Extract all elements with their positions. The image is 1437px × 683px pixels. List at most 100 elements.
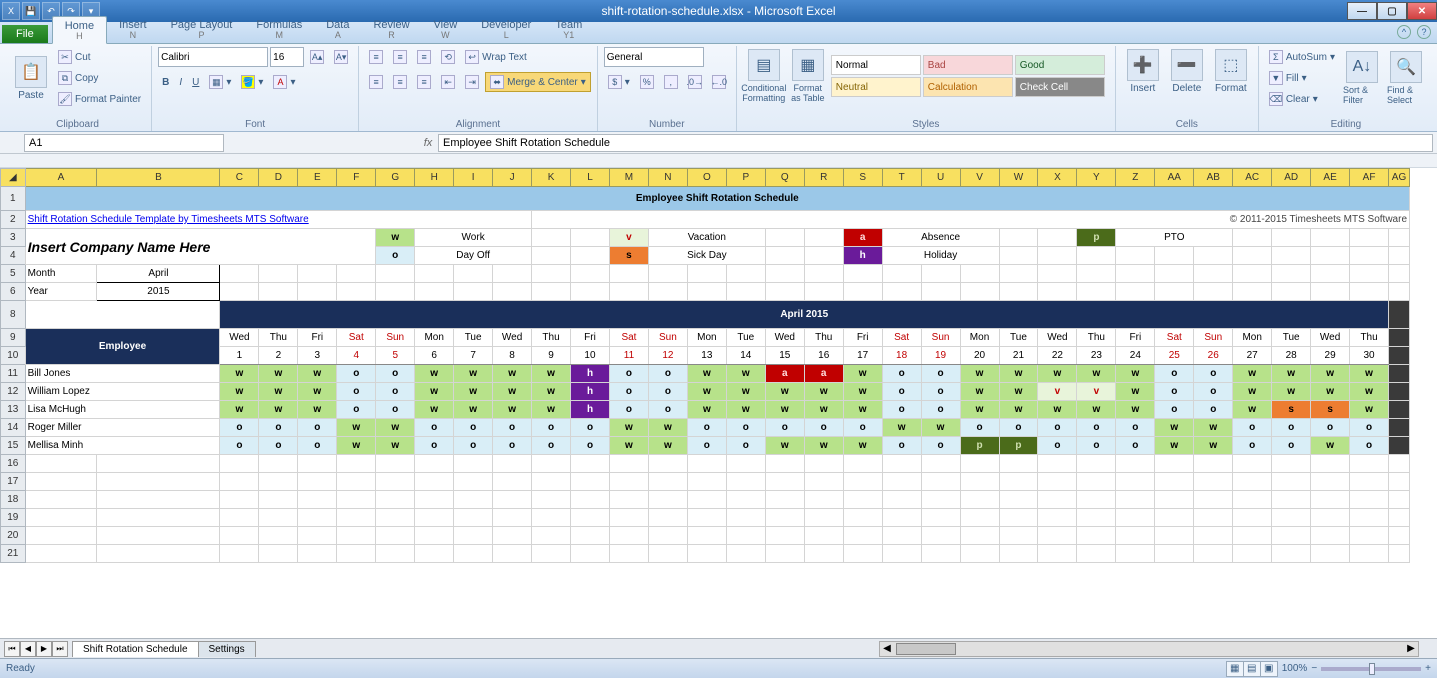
shift-cell[interactable]: o — [571, 419, 610, 437]
shift-cell[interactable]: w — [1116, 365, 1155, 383]
ribbon-tab-page-layout[interactable]: Page LayoutP — [159, 16, 245, 43]
row-header-19[interactable]: 19 — [1, 509, 26, 527]
shift-cell[interactable]: o — [337, 401, 376, 419]
shift-cell[interactable]: o — [415, 419, 454, 437]
company-name[interactable]: Insert Company Name Here — [25, 229, 376, 265]
ribbon-tab-review[interactable]: ReviewR — [361, 16, 421, 43]
align-middle-button[interactable]: ≡ — [389, 47, 411, 67]
row-header-10[interactable]: 10 — [1, 347, 26, 365]
shift-cell[interactable]: w — [1116, 401, 1155, 419]
shift-cell[interactable]: o — [921, 365, 960, 383]
shift-cell[interactable]: w — [960, 383, 999, 401]
shift-cell[interactable]: o — [1155, 365, 1194, 383]
row-header-18[interactable]: 18 — [1, 491, 26, 509]
delete-cells-button[interactable]: ➖Delete — [1166, 47, 1208, 96]
bold-button[interactable]: B — [158, 72, 173, 92]
col-header-AF[interactable]: AF — [1350, 169, 1389, 187]
excel-icon[interactable]: X — [2, 2, 20, 20]
row-header-21[interactable]: 21 — [1, 545, 26, 563]
zoom-out-button[interactable]: − — [1311, 663, 1317, 674]
ribbon-tab-formulas[interactable]: FormulasM — [244, 16, 314, 43]
page-layout-view-icon[interactable]: ▤ — [1243, 661, 1261, 677]
month-value[interactable]: April — [97, 265, 220, 283]
shift-cell[interactable]: o — [1272, 437, 1311, 455]
orientation-button[interactable]: ⟲ — [437, 47, 459, 67]
shift-cell[interactable]: w — [1077, 401, 1116, 419]
zoom-slider[interactable] — [1321, 667, 1421, 671]
ribbon-tab-insert[interactable]: InsertN — [107, 16, 159, 43]
format-cells-button[interactable]: ⬚Format — [1210, 47, 1252, 96]
maximize-button[interactable]: ▢ — [1377, 2, 1407, 20]
row-header-4[interactable]: 4 — [1, 247, 26, 265]
row-header-16[interactable]: 16 — [1, 455, 26, 473]
shift-cell[interactable]: o — [1311, 419, 1350, 437]
shift-cell[interactable]: o — [532, 419, 571, 437]
font-size-select[interactable] — [270, 47, 304, 67]
shift-cell[interactable]: o — [298, 419, 337, 437]
col-header-L[interactable]: L — [571, 169, 610, 187]
shift-cell[interactable]: w — [804, 437, 843, 455]
shift-cell[interactable]: o — [882, 437, 921, 455]
align-bottom-button[interactable]: ≡ — [413, 47, 435, 67]
shift-cell[interactable]: w — [259, 383, 298, 401]
shift-cell[interactable]: a — [804, 365, 843, 383]
shift-cell[interactable]: o — [1116, 437, 1155, 455]
col-header-E[interactable]: E — [298, 169, 337, 187]
shift-cell[interactable]: w — [687, 383, 726, 401]
wrap-text-button[interactable]: ↩Wrap Text — [461, 47, 531, 67]
close-button[interactable]: ✕ — [1407, 2, 1437, 20]
col-header-O[interactable]: O — [687, 169, 726, 187]
sort-filter-button[interactable]: A↓Sort & Filter — [1341, 49, 1383, 107]
shift-cell[interactable]: w — [376, 437, 415, 455]
zoom-in-button[interactable]: + — [1425, 663, 1431, 674]
shift-cell[interactable]: w — [1350, 365, 1389, 383]
cut-button[interactable]: ✂Cut — [54, 47, 145, 67]
shift-cell[interactable]: o — [1116, 419, 1155, 437]
shift-cell[interactable]: o — [960, 419, 999, 437]
shift-cell[interactable]: w — [726, 383, 765, 401]
shift-cell[interactable]: w — [765, 401, 804, 419]
shift-cell[interactable]: o — [1038, 437, 1077, 455]
shift-cell[interactable]: w — [687, 365, 726, 383]
clear-button[interactable]: ⌫Clear▾ — [1265, 89, 1339, 109]
shift-cell[interactable]: w — [960, 401, 999, 419]
shift-cell[interactable]: o — [493, 437, 532, 455]
shift-cell[interactable]: w — [1077, 365, 1116, 383]
col-header-A[interactable]: A — [25, 169, 97, 187]
col-header-C[interactable]: C — [220, 169, 259, 187]
shift-cell[interactable]: w — [1272, 383, 1311, 401]
style-bad[interactable]: Bad — [923, 55, 1013, 75]
dec-decimal-button[interactable]: ←.0 — [708, 72, 730, 92]
shift-cell[interactable]: w — [493, 365, 532, 383]
shift-cell[interactable]: o — [454, 437, 493, 455]
shift-cell[interactable]: o — [259, 419, 298, 437]
shift-cell[interactable]: w — [609, 419, 648, 437]
col-header-T[interactable]: T — [882, 169, 921, 187]
row-header-8[interactable]: 8 — [1, 301, 26, 329]
employee-name[interactable]: Roger Miller — [25, 419, 220, 437]
sheet-nav-first[interactable]: ⏮ — [4, 641, 20, 657]
shift-cell[interactable]: o — [804, 419, 843, 437]
spreadsheet-grid[interactable]: ◢ABCDEFGHIJKLMNOPQRSTUVWXYZAAABACADAEAFA… — [0, 168, 1437, 638]
col-header-Z[interactable]: Z — [1116, 169, 1155, 187]
shift-cell[interactable]: o — [648, 401, 687, 419]
shift-cell[interactable]: o — [921, 383, 960, 401]
align-right-button[interactable]: ≡ — [413, 72, 435, 92]
row-header-6[interactable]: 6 — [1, 283, 26, 301]
shift-cell[interactable]: o — [843, 419, 882, 437]
shift-cell[interactable]: w — [726, 365, 765, 383]
shift-cell[interactable]: o — [1038, 419, 1077, 437]
shift-cell[interactable]: w — [843, 383, 882, 401]
col-header-U[interactable]: U — [921, 169, 960, 187]
grow-font-button[interactable]: A▴ — [306, 47, 328, 67]
italic-button[interactable]: I — [175, 72, 186, 92]
shift-cell[interactable]: o — [376, 365, 415, 383]
shift-cell[interactable]: o — [882, 365, 921, 383]
shift-cell[interactable]: o — [882, 401, 921, 419]
row-header-5[interactable]: 5 — [1, 265, 26, 283]
shift-cell[interactable]: o — [687, 419, 726, 437]
shift-cell[interactable]: o — [765, 419, 804, 437]
merge-center-button[interactable]: ⬌Merge & Center▾ — [485, 72, 591, 92]
ribbon-tab-data[interactable]: DataA — [314, 16, 361, 43]
year-value[interactable]: 2015 — [97, 283, 220, 301]
